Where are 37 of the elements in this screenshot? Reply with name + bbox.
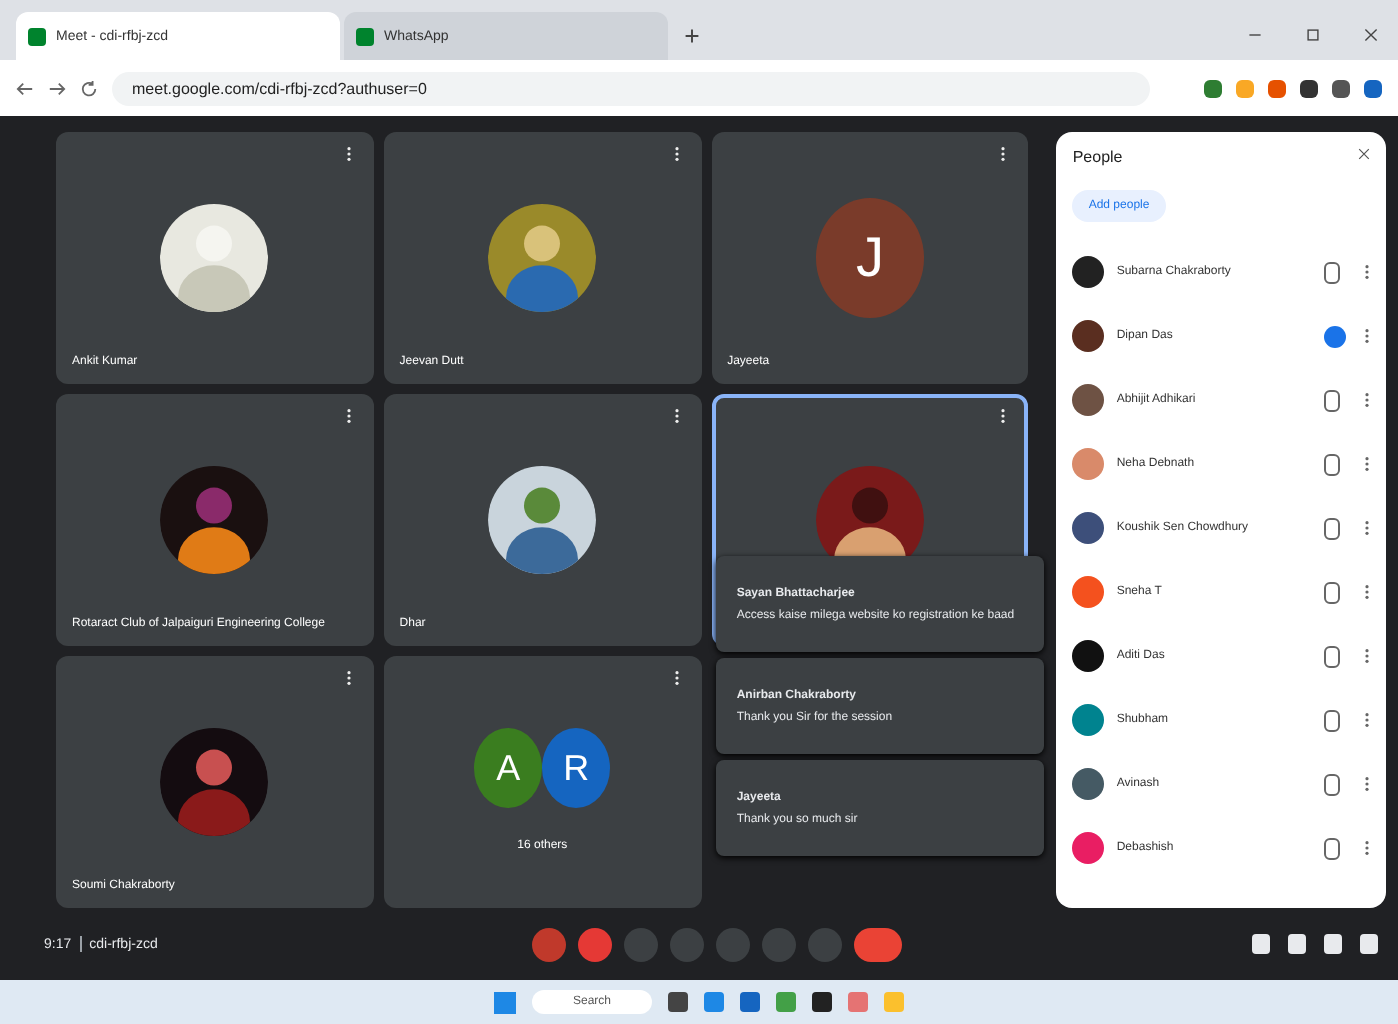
address-bar[interactable]: meet.google.com/cdi-rfbj-zcd?authuser=0 (112, 71, 1150, 105)
forward-icon[interactable] (48, 79, 66, 97)
more-icon[interactable] (673, 670, 680, 686)
more-icon[interactable] (1000, 146, 1007, 162)
more-icon[interactable] (345, 408, 352, 424)
avatar: R (542, 728, 611, 808)
end-call-button[interactable] (854, 927, 902, 961)
avatar: A (474, 728, 543, 808)
more-icon[interactable] (673, 146, 680, 162)
maximize-icon[interactable] (1306, 28, 1320, 42)
control-button[interactable] (578, 927, 612, 961)
more-icon[interactable] (1364, 456, 1370, 472)
minimize-icon[interactable] (1248, 28, 1262, 42)
back-icon[interactable] (16, 79, 34, 97)
more-icon[interactable] (1364, 520, 1370, 536)
more-icon[interactable] (1364, 776, 1370, 792)
more-icon[interactable] (1364, 584, 1370, 600)
more-icon[interactable] (345, 146, 352, 162)
tab-favicon-icon (28, 27, 46, 45)
more-icon[interactable] (345, 670, 352, 686)
more-icon[interactable] (1364, 264, 1370, 280)
more-icon[interactable] (673, 408, 680, 424)
more-icon[interactable] (1364, 648, 1370, 664)
close-icon[interactable] (1364, 28, 1378, 42)
tab-favicon-icon (356, 27, 374, 45)
more-icon[interactable] (1364, 840, 1370, 856)
panel-title: People (1072, 148, 1123, 166)
more-icon[interactable] (1364, 328, 1370, 344)
reload-icon[interactable] (80, 79, 98, 97)
close-icon[interactable] (1358, 148, 1370, 160)
more-icon[interactable] (1364, 712, 1370, 728)
control-button[interactable] (532, 927, 566, 961)
start-icon[interactable] (494, 991, 517, 1013)
avatar: J (815, 198, 924, 318)
more-icon[interactable] (1364, 392, 1370, 408)
plus-icon[interactable] (684, 28, 700, 44)
more-icon[interactable] (1000, 408, 1007, 424)
